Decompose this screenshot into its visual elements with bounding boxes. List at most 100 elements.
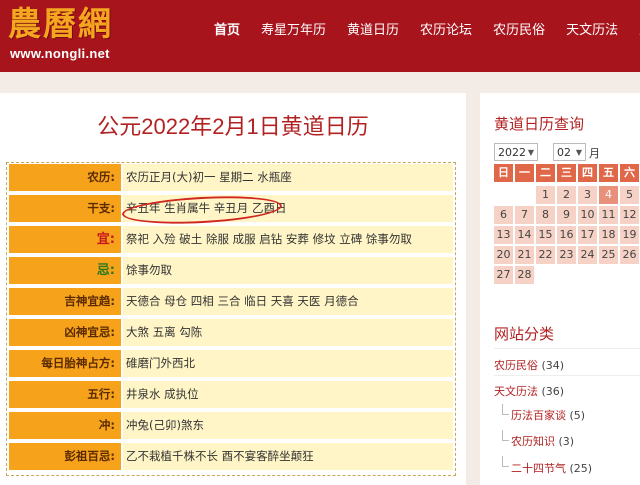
tree-branch-icon	[502, 430, 509, 441]
nav-item-forum[interactable]: 农历论坛	[420, 19, 472, 38]
row-label: 五行:	[9, 381, 121, 408]
calendar-day[interactable]: 25	[599, 246, 618, 264]
row-label: 彭祖百忌:	[9, 443, 121, 470]
month-select-value: 02	[557, 146, 571, 159]
logo-glyph: 網	[78, 4, 111, 43]
table-row: 凶神宜忌: 大煞 五离 勾陈	[7, 318, 455, 346]
calendar-weekday-header: 日	[494, 164, 513, 182]
table-row: 农历: 农历正月(大)初一 星期二 水瓶座	[7, 163, 455, 191]
row-label: 凶神宜忌:	[9, 319, 121, 346]
main-nav: 首页寿星万年历黄道日历农历论坛农历民俗天文历法周	[214, 19, 640, 38]
month-select[interactable]: 02 ▼	[553, 143, 586, 161]
calendar-day[interactable]: 2	[557, 186, 576, 204]
nav-item-almanac[interactable]: 黄道日历	[347, 19, 399, 38]
row-value: 乙不栽植千株不长 酉不宴客醉坐颠狂	[123, 443, 453, 470]
almanac-table: 农历: 农历正月(大)初一 星期二 水瓶座 干支: 辛丑年 生肖属牛 辛丑月 乙…	[6, 162, 456, 476]
calendar-day[interactable]: 26	[620, 246, 639, 264]
calendar-weekday-header: 二	[536, 164, 555, 182]
category-item[interactable]: 历法百家谈 (5)	[511, 407, 585, 423]
nav-item-home[interactable]: 首页	[214, 19, 240, 38]
calendar-day[interactable]: 13	[494, 226, 513, 244]
row-value: 农历正月(大)初一 星期二 水瓶座	[123, 164, 453, 191]
calendar-day[interactable]: 5	[620, 186, 639, 204]
calendar-day[interactable]: 24	[578, 246, 597, 264]
category-name: 农历知识	[511, 435, 555, 448]
calendar-day[interactable]: 10	[578, 206, 597, 224]
site-logo[interactable]: 農曆網 www.nongli.net	[6, 4, 156, 68]
main-panel: 公元2022年2月1日黄道日历 农历: 农历正月(大)初一 星期二 水瓶座 干支…	[0, 93, 466, 485]
row-value: 大煞 五离 勾陈	[123, 319, 453, 346]
category-item[interactable]: 天文历法 (36)	[494, 383, 564, 399]
row-label: 吉神宜趋:	[9, 288, 121, 315]
logo-glyph: 農	[8, 4, 41, 43]
calendar-day[interactable]: 9	[557, 206, 576, 224]
year-select-value: 2022	[498, 146, 526, 159]
chevron-down-icon: ▼	[575, 148, 582, 157]
row-value: 井泉水 成执位	[123, 381, 453, 408]
nav-item-astronomy[interactable]: 天文历法	[566, 19, 618, 38]
logo-glyphs: 農曆網	[8, 4, 113, 44]
table-row: 五行: 井泉水 成执位	[7, 380, 455, 408]
calendar-day[interactable]: 3	[578, 186, 597, 204]
row-value: 天德合 母仓 四相 三合 临日 天喜 天医 月德合	[123, 288, 453, 315]
calendar-day[interactable]: 16	[557, 226, 576, 244]
calendar-day[interactable]: 11	[599, 206, 618, 224]
calendar-day[interactable]: 17	[578, 226, 597, 244]
calendar-day[interactable]: 19	[620, 226, 639, 244]
calendar-day[interactable]: 14	[515, 226, 534, 244]
year-select[interactable]: 2022 ▼	[494, 143, 538, 161]
calendar-day[interactable]: 7	[515, 206, 534, 224]
nav-item-perpetual-calendar[interactable]: 寿星万年历	[261, 19, 326, 38]
category-count: (5)	[569, 409, 586, 422]
category-name: 历法百家谈	[511, 409, 566, 422]
row-label: 宜:	[9, 226, 121, 253]
calendar-day[interactable]: 1	[536, 186, 555, 204]
calendar-weekday-header: 六	[620, 164, 639, 182]
row-value: 冲兔(己卯)煞东	[123, 412, 453, 439]
table-row: 宜: 祭祀 入殓 破土 除服 成服 启钻 安葬 修坟 立碑 馀事勿取	[7, 225, 455, 253]
table-row: 彭祖百忌: 乙不栽植千株不长 酉不宴客醉坐颠狂	[7, 442, 455, 470]
calendar-day[interactable]: 12	[620, 206, 639, 224]
calendar-day[interactable]: 15	[536, 226, 555, 244]
calendar-day[interactable]: 22	[536, 246, 555, 264]
category-item[interactable]: 二十四节气 (25)	[511, 460, 592, 476]
category-name: 二十四节气	[511, 462, 566, 475]
calendar-day[interactable]: 8	[536, 206, 555, 224]
table-row: 忌: 馀事勿取	[7, 256, 455, 284]
row-value: 祭祀 入殓 破土 除服 成服 启钻 安葬 修坟 立碑 馀事勿取	[123, 226, 453, 253]
row-value: 馀事勿取	[123, 257, 453, 284]
calendar-weekday-header: 一	[515, 164, 534, 182]
calendar-weekday-header: 三	[557, 164, 576, 182]
row-label: 干支:	[9, 195, 121, 222]
calendar-query-title: 黄道日历查询	[494, 116, 585, 133]
calendar-day[interactable]: 6	[494, 206, 513, 224]
category-item[interactable]: 农历民俗 (34)	[494, 357, 564, 373]
table-row: 冲: 冲兔(己卯)煞东	[7, 411, 455, 439]
calendar-day[interactable]: 28	[515, 266, 534, 284]
calendar-day[interactable]: 18	[599, 226, 618, 244]
category-name: 农历民俗	[494, 359, 538, 372]
category-name: 天文历法	[494, 385, 538, 398]
calendar-day[interactable]: 20	[494, 246, 513, 264]
month-unit-label: 月	[589, 147, 600, 160]
row-label: 忌:	[9, 257, 121, 284]
tree-branch-icon	[502, 404, 509, 415]
logo-glyph: 曆	[43, 4, 76, 43]
calendar-day[interactable]: 21	[515, 246, 534, 264]
page-title: 公元2022年2月1日黄道日历	[97, 114, 369, 139]
sidebar: 黄道日历查询 2022 ▼ 02 ▼ 月 日一二三四五六 1 2 3 4 5 6 7 8 9 10 1…	[480, 93, 640, 485]
category-item[interactable]: 农历知识 (3)	[511, 433, 574, 449]
row-value: 碓磨门外西北	[123, 350, 453, 377]
calendar-day[interactable]: 27	[494, 266, 513, 284]
row-label: 冲:	[9, 412, 121, 439]
calendar-day[interactable]: 23	[557, 246, 576, 264]
chevron-down-icon: ▼	[527, 148, 534, 157]
calendar-day[interactable]: 4	[599, 186, 618, 204]
categories-title: 网站分类	[494, 326, 555, 343]
row-label: 每日胎神占方:	[9, 350, 121, 377]
category-count: (34)	[541, 359, 565, 372]
divider	[494, 375, 640, 376]
calendar-weekday-header: 五	[599, 164, 618, 182]
nav-item-folk-customs[interactable]: 农历民俗	[493, 19, 545, 38]
calendar-weekday-header: 四	[578, 164, 597, 182]
